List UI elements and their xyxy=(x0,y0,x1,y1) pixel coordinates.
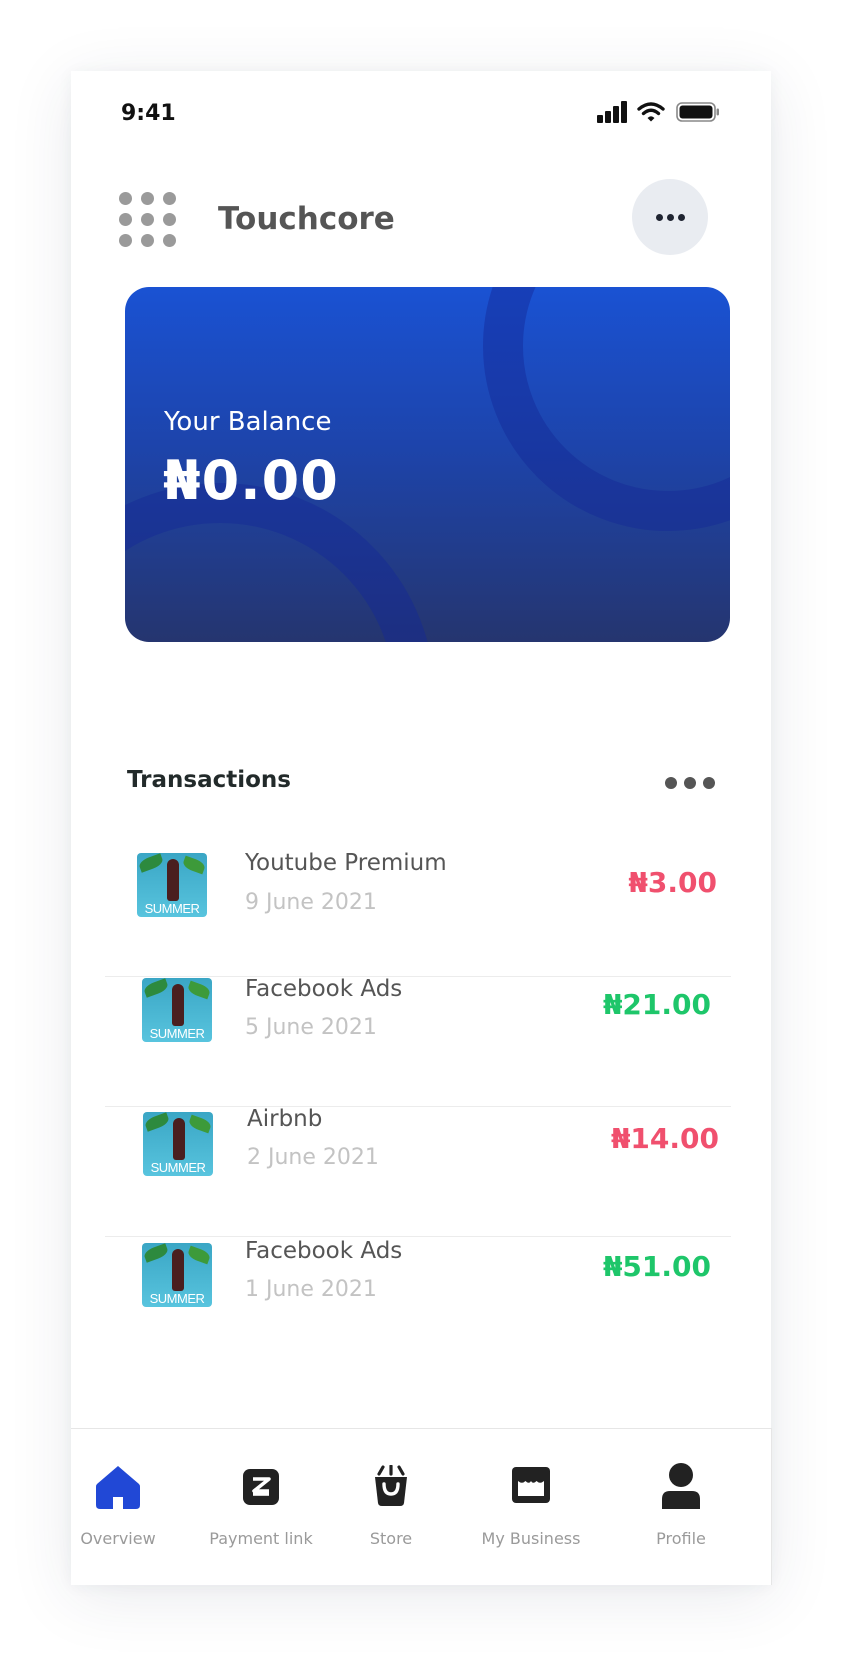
signal-icon xyxy=(597,101,629,123)
balance-label: Your Balance xyxy=(164,407,332,437)
transaction-date: 1 June 2021 xyxy=(245,1277,377,1302)
transaction-amount: ₦21.00 xyxy=(602,988,711,1021)
thumbnail-text: SUMMER xyxy=(144,901,200,916)
transaction-date: 5 June 2021 xyxy=(245,1015,377,1040)
status-icons xyxy=(597,101,727,127)
transactions-more-icon[interactable] xyxy=(665,777,717,789)
home-icon xyxy=(96,1466,140,1509)
transactions-title: Transactions xyxy=(127,767,291,793)
transaction-name: Facebook Ads xyxy=(245,976,403,1002)
transaction-row[interactable]: SUMMER Youtube Premium 9 June 2021 ₦3.00 xyxy=(105,846,731,977)
transaction-thumbnail: SUMMER xyxy=(142,978,212,1042)
transaction-row[interactable]: SUMMER Facebook Ads 5 June 2021 ₦21.00 xyxy=(105,976,731,1107)
transaction-name: Youtube Premium xyxy=(245,850,447,876)
transaction-row[interactable]: SUMMER Airbnb 2 June 2021 ₦14.00 xyxy=(105,1106,731,1237)
status-time: 9:41 xyxy=(121,101,176,126)
transaction-amount: ₦51.00 xyxy=(602,1250,711,1283)
nav-label: My Business xyxy=(481,1529,581,1548)
wifi-icon xyxy=(637,102,665,122)
person-icon xyxy=(662,1463,700,1509)
thumbnail-text: SUMMER xyxy=(150,1160,206,1175)
more-options-button[interactable] xyxy=(632,179,708,255)
balance-card: Your Balance ₦0.00 xyxy=(125,287,730,642)
app-title: Touchcore xyxy=(218,201,395,237)
nav-item-overview[interactable]: Overview xyxy=(71,1429,165,1585)
transaction-amount: ₦3.00 xyxy=(628,866,717,899)
nav-label: Payment link xyxy=(209,1529,313,1548)
transaction-name: Airbnb xyxy=(247,1106,323,1132)
nav-label: Overview xyxy=(80,1529,156,1548)
transaction-amount: ₦14.00 xyxy=(610,1122,719,1155)
transaction-thumbnail: SUMMER xyxy=(137,853,207,917)
card-decoration-ring xyxy=(483,287,730,531)
nav-item-payment-link[interactable]: Payment link xyxy=(209,1429,313,1585)
shopping-bag-icon xyxy=(375,1465,407,1506)
nav-item-store[interactable]: Store xyxy=(361,1429,421,1585)
app-grid-icon[interactable] xyxy=(119,192,177,248)
transaction-thumbnail: SUMMER xyxy=(142,1243,212,1307)
nav-label: Store xyxy=(369,1529,413,1548)
nav-label: Profile xyxy=(656,1529,706,1548)
transaction-date: 9 June 2021 xyxy=(245,890,377,915)
phone-screen: 9:41 Touchcore Your Balance ₦0.00 Transa… xyxy=(71,71,772,1585)
transaction-thumbnail: SUMMER xyxy=(143,1112,213,1176)
bottom-nav: Overview Payment link Store My Business … xyxy=(71,1428,772,1585)
link-icon xyxy=(243,1469,279,1505)
thumbnail-text: SUMMER xyxy=(149,1291,205,1306)
balance-value: ₦0.00 xyxy=(163,449,339,512)
battery-icon xyxy=(676,102,719,122)
transaction-row[interactable]: SUMMER Facebook Ads 1 June 2021 ₦51.00 xyxy=(105,1236,731,1366)
nav-item-my-business[interactable]: My Business xyxy=(471,1429,591,1585)
storefront-icon xyxy=(512,1467,550,1503)
transaction-date: 2 June 2021 xyxy=(247,1145,379,1170)
nav-item-profile[interactable]: Profile xyxy=(631,1429,731,1585)
thumbnail-text: SUMMER xyxy=(149,1026,205,1041)
transaction-name: Facebook Ads xyxy=(245,1238,403,1264)
